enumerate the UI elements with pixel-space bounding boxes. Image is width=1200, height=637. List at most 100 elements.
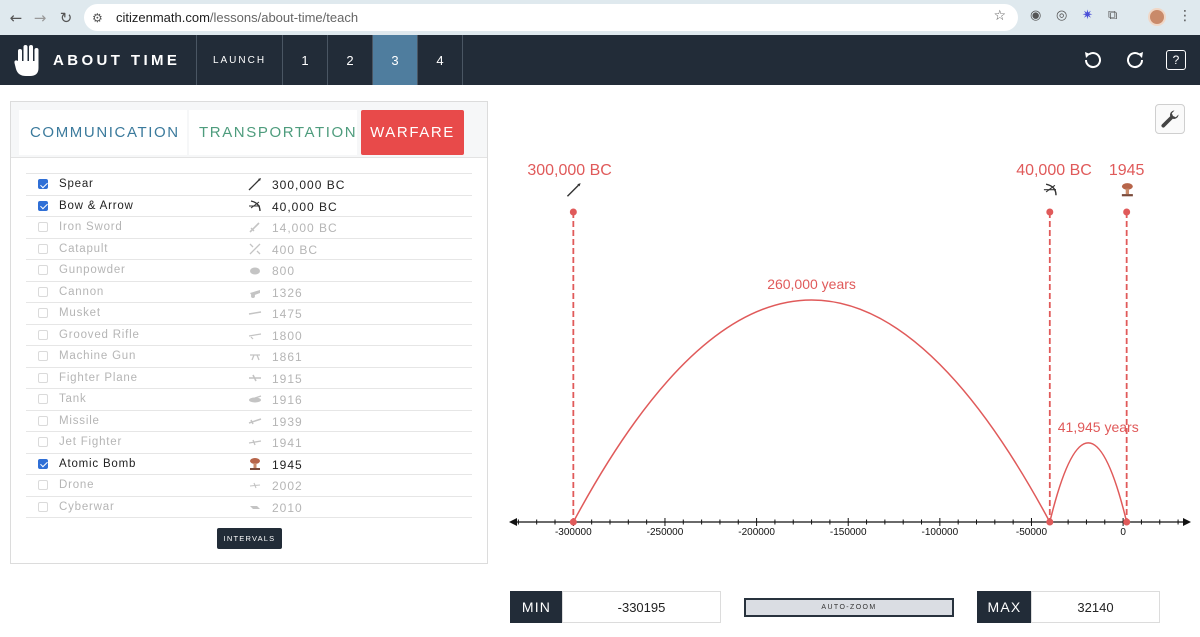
browser-toolbar: ← → ↻ ⚙ citizenmath.com/lessons/about-ti… [0,0,1200,35]
invention-date: 1939 [272,414,303,429]
intervals-button[interactable]: INTERVALS [217,528,282,549]
axis-tick-label: -300000 [555,527,592,538]
invention-row[interactable]: Spear 300,000 BC [26,174,472,196]
catapult-icon [249,243,261,254]
invention-date: 1915 [272,371,303,386]
invention-date: 40,000 BC [272,199,338,214]
invention-checkbox[interactable] [38,265,48,275]
min-input[interactable]: -330195 [562,591,721,623]
wrench-icon [1161,110,1179,128]
forward-icon[interactable]: → [30,9,50,27]
invention-name: Fighter Plane [59,371,138,384]
invention-checkbox[interactable] [38,329,48,340]
invention-checkbox[interactable] [38,351,48,361]
event-marker-top[interactable] [569,208,577,216]
invention-row[interactable]: Bow & Arrow 40,000 BC [26,196,472,217]
tab-3[interactable]: 3 [372,35,417,85]
eye-icon[interactable]: ◎ [1056,8,1067,23]
event-date-label: 300,000 BC [527,162,612,179]
invention-checkbox[interactable] [38,308,48,318]
invention-checkbox[interactable] [38,200,48,211]
invention-row[interactable]: Tank 1916 [26,389,472,411]
missile-icon [248,417,262,424]
address-bar[interactable]: ⚙ citizenmath.com/lessons/about-time/tea… [84,4,1018,31]
axis-arrow-right [1183,518,1191,526]
gear-extension-icon[interactable]: ✷ [1082,8,1093,23]
invention-row[interactable]: Iron Sword 14,000 BC [26,217,472,239]
invention-date: 800 [272,264,296,278]
axis-arrow-left [509,518,517,526]
invention-checkbox[interactable] [38,179,48,189]
invention-row[interactable]: Grooved Rifle 1800 [26,325,472,346]
puzzle-icon[interactable]: ⧉ [1108,8,1117,23]
invention-date: 1800 [272,328,303,343]
invention-date: 14,000 BC [272,221,338,235]
app-header: ABOUT TIME LAUNCH 1 2 3 4 ? [0,35,1200,85]
avatar[interactable] [1148,8,1166,26]
undo-icon[interactable] [1081,48,1105,72]
invention-name: Iron Sword [59,221,123,233]
invention-date: 1916 [272,393,303,407]
invention-date: 300,000 BC [272,178,346,192]
invention-date: 1861 [272,350,303,364]
auto-zoom-button[interactable]: AUTO-ZOOM [744,598,954,617]
invention-checkbox[interactable] [38,501,48,512]
tab-transportation[interactable]: TRANSPORTATION [189,110,357,155]
atomic-bomb-icon [1121,183,1133,197]
invention-row[interactable]: Atomic Bomb 1945 [26,454,472,475]
event-marker-top[interactable] [1046,208,1054,216]
invention-checkbox[interactable] [38,394,48,404]
atomic-bomb-icon [250,457,260,470]
settings-button[interactable] [1155,104,1185,134]
event-marker-top[interactable] [1123,208,1131,216]
invention-checkbox[interactable] [38,458,48,469]
invention-checkbox[interactable] [38,415,48,426]
invention-row[interactable]: Cannon 1326 [26,282,472,303]
tab-2[interactable]: 2 [327,35,372,85]
invention-checkbox[interactable] [38,480,48,490]
extension-icon[interactable]: ◉ [1030,8,1041,23]
event-marker-base[interactable] [569,518,577,526]
invention-row[interactable]: Musket 1475 [26,303,472,325]
reload-icon[interactable]: ↻ [56,9,76,27]
site-settings-icon[interactable]: ⚙ [92,11,116,25]
invention-row[interactable]: Cyberwar 2010 [26,497,472,518]
invention-row[interactable]: Missile 1939 [26,411,472,432]
invention-row[interactable]: Catapult 400 BC [26,239,472,260]
invention-checkbox[interactable] [38,286,48,297]
invention-name: Cannon [59,285,105,298]
inventions-panel: COMMUNICATION TRANSPORTATION WARFARE Spe… [10,101,488,564]
tab-4[interactable]: 4 [417,35,463,85]
tab-communication[interactable]: COMMUNICATION [19,110,187,155]
invention-date: 1475 [272,307,303,321]
invention-checkbox[interactable] [38,372,48,383]
min-label: MIN [510,591,563,623]
event-marker-base[interactable] [1046,518,1054,526]
invention-name: Tank [59,393,87,405]
redo-icon[interactable] [1123,48,1147,72]
invention-checkbox[interactable] [38,243,48,254]
invention-row[interactable]: Fighter Plane 1915 [26,368,472,389]
invention-name: Drone [59,479,95,491]
axis-tick-label: 0 [1120,527,1126,538]
tab-launch[interactable]: LAUNCH [196,35,282,85]
tab-1[interactable]: 1 [282,35,327,85]
invention-name: Jet Fighter [59,436,123,448]
invention-row[interactable]: Machine Gun 1861 [26,346,472,368]
tab-warfare[interactable]: WARFARE [361,110,464,155]
bookmark-star-icon[interactable]: ☆ [993,8,1006,24]
invention-checkbox[interactable] [38,437,48,447]
invention-row[interactable]: Jet Fighter 1941 [26,432,472,454]
invention-row[interactable]: Gunpowder 800 [26,260,472,282]
back-icon[interactable]: ← [6,9,26,27]
menu-icon[interactable]: ⋮ [1178,7,1192,24]
max-input[interactable]: 32140 [1031,591,1160,623]
fighter-plane-icon [249,374,261,381]
machine-gun-icon [250,354,260,361]
invention-name: Gunpowder [59,264,126,276]
event-marker-base[interactable] [1123,518,1131,526]
invention-row[interactable]: Drone 2002 [26,475,472,497]
invention-checkbox[interactable] [38,222,48,232]
cyberwar-icon [250,505,260,509]
help-icon[interactable]: ? [1166,50,1186,70]
